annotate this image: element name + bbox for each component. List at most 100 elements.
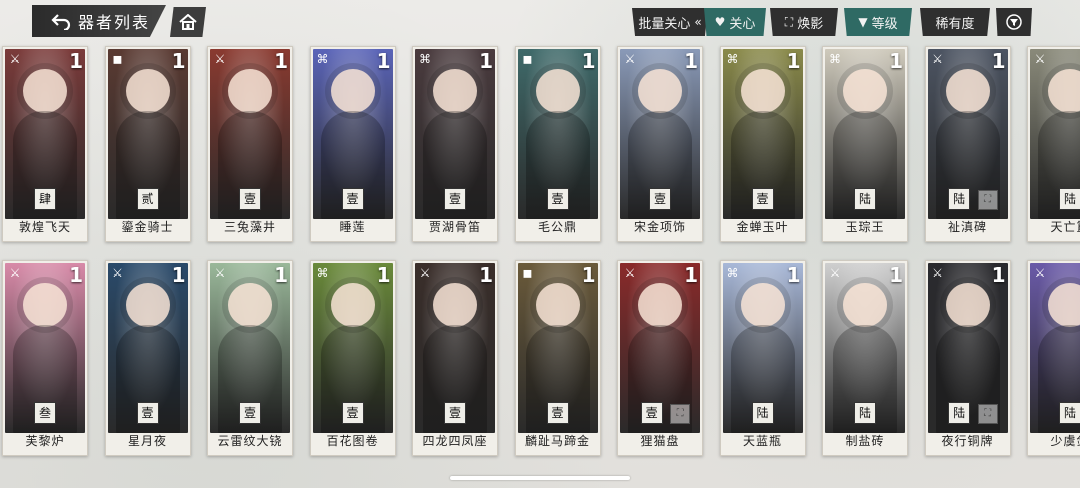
card-count: 1 [171,49,186,73]
grade-badge: 陆 [751,402,774,424]
portrait-head [23,69,67,113]
grade-badge: 贰 [136,188,159,210]
card-name: 天蓝瓶 [742,434,782,448]
card-name: 星月夜 [127,434,167,448]
rarity-sort-button[interactable]: 稀有度 [920,8,990,36]
card-name: 麟趾马蹄金 [524,434,590,448]
collectible-card[interactable]: ⚔ 1 壹三兔藻井 [207,46,293,242]
top-bar: 器者列表 批量关心 « ♥ 关心 ⛶ 焕影 ▼ 等级 稀有度 [0,0,1080,44]
card-name: 鎏金骑士 [121,220,174,234]
card-count: 1 [581,263,596,287]
collectible-card[interactable]: ⚔ 1 壹云雷纹大铙 [207,260,293,456]
card-count: 1 [786,49,801,73]
portrait-head [23,283,67,327]
collectible-card[interactable]: ⌘ 1 壹睡莲 [309,46,396,242]
card-name: 毛公鼎 [537,220,577,234]
card-name: 百花图卷 [326,434,379,448]
collectible-card[interactable]: ◼ 1 壹毛公鼎 [514,46,601,242]
portrait-head [740,283,785,327]
home-button[interactable] [170,7,206,37]
rarity-label: 稀有度 [935,16,975,32]
type-icon: ⚔ [9,266,21,280]
card-count: 1 [479,263,493,287]
portrait-head [228,283,272,327]
collectible-card[interactable]: ⚔ 1 陆 ⛶ 祉滇碑 [924,46,1011,242]
collectible-card[interactable]: ⚔1陆天亡簋 [1027,46,1080,242]
card-name: 贾湖骨笛 [428,220,481,234]
horizontal-scrollbar[interactable] [450,476,630,480]
grade-badge: 壹 [546,188,569,210]
batch-care-button[interactable]: 批量关心 « [632,8,708,36]
portrait-head [535,69,580,113]
grade-label: 等级 [871,16,898,32]
type-icon: ⚔ [1034,266,1046,280]
type-icon: ⌘ [316,52,329,66]
type-icon: ⌘ [829,52,841,66]
heart-icon: ♥ [714,15,726,29]
grade-sort-button[interactable]: ▼ 等级 [844,8,912,36]
collectible-card[interactable]: ⚔ 1 陆 ⛶ 夜行铜牌 [924,260,1011,456]
card-count: 1 [991,49,1006,73]
type-icon: ⚔ [214,52,226,66]
type-icon: ⚔ [1034,52,1046,66]
care-label: 关心 [729,16,756,32]
collectible-card[interactable]: ◼ 1 壹麟趾马蹄金 [514,260,601,456]
card-count: 1 [684,49,698,73]
collectible-card[interactable]: ⌘ 1 陆玉琮王 [822,46,908,242]
collectible-card[interactable]: ⚔ 1 陆制盐砖 [822,260,908,456]
collectible-card[interactable]: ⚔1陆少虞剑 [1027,260,1080,456]
collectible-card[interactable]: ⚔ 1 壹星月夜 [104,260,191,456]
portrait-head [945,69,990,113]
type-icon: ⚔ [932,266,943,280]
card-count: 1 [786,263,801,287]
type-icon: ⌘ [316,266,329,280]
portrait-head [740,69,785,113]
card-count: 1 [274,49,288,73]
grade-badge: 陆 [1059,402,1080,424]
filter-button[interactable] [996,8,1032,36]
grade-badge: 壹 [341,402,364,424]
collectible-card[interactable]: ⌘ 1 壹百花图卷 [309,260,396,456]
grade-badge: 陆 [1059,188,1080,210]
grade-badge: 陆 [948,402,971,424]
portrait-head [330,69,375,113]
card-count: 1 [69,263,83,287]
type-icon: ⚔ [214,266,226,280]
grade-badge: 陆 [948,188,971,210]
collectible-card[interactable]: ⚔ 1 肆敦煌飞天 [2,46,88,242]
grade-badge: 壹 [649,188,671,210]
grade-badge: 壹 [444,402,466,424]
card-name: 四龙四凤座 [422,434,488,448]
grade-badge: 陆 [854,188,876,210]
card-name: 夜行铜牌 [941,434,994,448]
type-icon: ⚔ [829,266,841,280]
back-title-button[interactable]: 器者列表 [32,5,166,37]
collectible-card[interactable]: ⌘ 1 壹贾湖骨笛 [412,46,498,242]
type-icon: ⌘ [419,52,431,66]
card-count: 1 [684,263,698,287]
card-name: 狸猫盘 [640,434,680,448]
grade-badge: 壹 [444,188,466,210]
shadow-button[interactable]: ⛶ 焕影 [770,8,838,36]
shadow-frame-icon: ⛶ [670,404,691,424]
portrait-head [945,283,990,327]
collectible-card[interactable]: ⚔ 1 壹四龙四凤座 [412,260,498,456]
portrait-head [843,69,887,113]
collectible-card[interactable]: ◼ 1 贰鎏金骑士 [104,46,191,242]
type-icon: ⚔ [624,52,636,66]
collectible-card[interactable]: ⚔ 1 壹 ⛶ 狸猫盘 [617,260,703,456]
collectible-card[interactable]: ⌘ 1 陆天蓝瓶 [719,260,806,456]
collectible-card[interactable]: ⌘ 1 壹金蝉玉叶 [719,46,806,242]
collectible-card[interactable]: ⚔ 1 叁芙黎炉 [2,260,88,456]
shadow-frame-icon: ⛶ [977,190,998,210]
card-count: 1 [171,263,186,287]
type-icon: ⚔ [112,266,123,280]
card-count: 1 [889,263,903,287]
collectible-card[interactable]: ⚔ 1 壹宋金项饰 [617,46,703,242]
portrait-head [638,283,682,327]
care-button[interactable]: ♥ 关心 [704,8,766,36]
card-count: 1 [889,49,903,73]
grade-badge: 壹 [136,402,159,424]
grade-badge: 壹 [546,402,569,424]
card-count: 1 [376,49,391,73]
